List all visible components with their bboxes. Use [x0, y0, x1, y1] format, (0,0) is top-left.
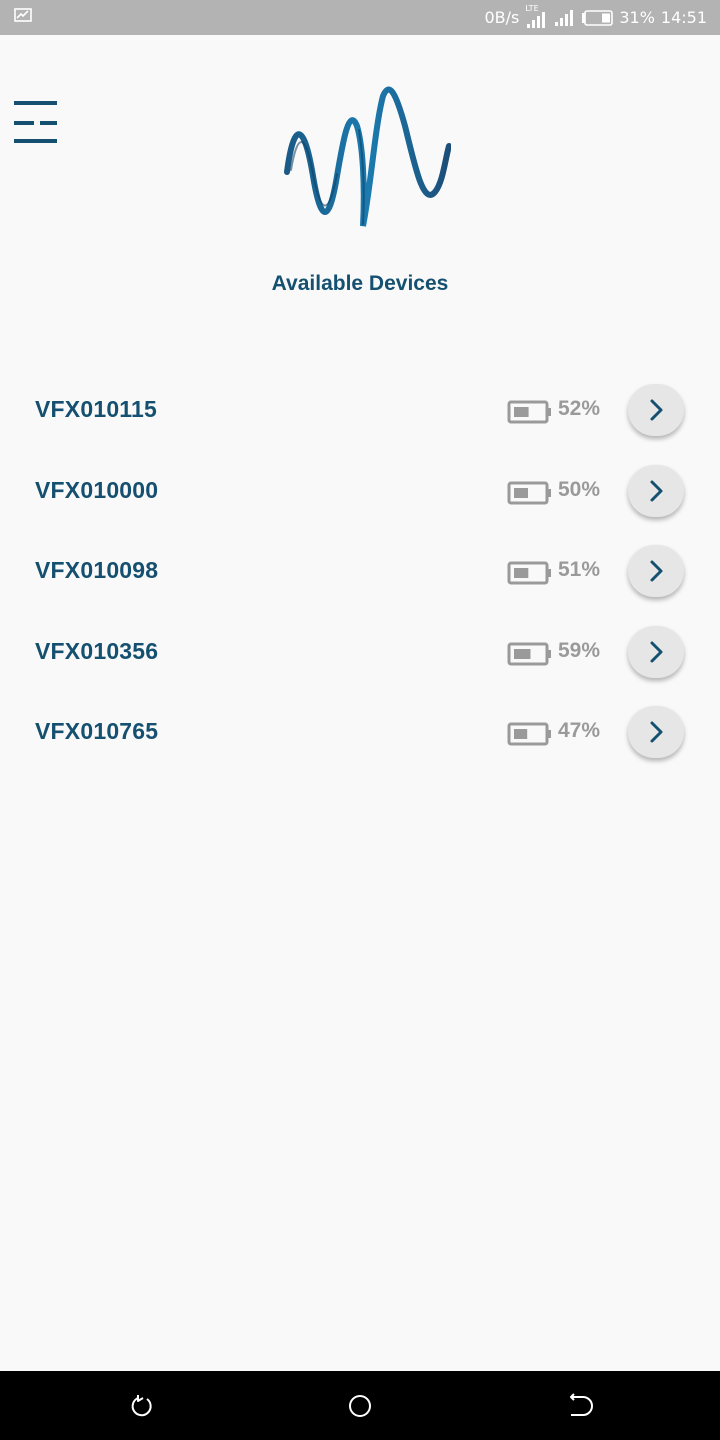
battery-percent: 52% [558, 397, 601, 420]
chevron-right-icon [650, 560, 663, 582]
battery-icon [507, 642, 551, 665]
device-name: VFX010098 [35, 557, 159, 583]
device-row[interactable]: VFX010765 47% [0, 692, 720, 773]
recents-icon[interactable] [563, 1391, 593, 1421]
home-icon[interactable] [345, 1391, 375, 1421]
menu-icon [14, 101, 57, 143]
open-device-button[interactable] [628, 384, 684, 436]
back-icon[interactable] [127, 1391, 157, 1421]
device-row[interactable]: VFX010098 51% [0, 531, 720, 612]
chevron-right-icon [650, 399, 663, 421]
wave-logo [284, 86, 451, 227]
screen-cast-icon [14, 8, 32, 22]
battery-icon [582, 9, 614, 26]
status-bar: 0B/s LTE 31% 14:51 [0, 0, 720, 35]
status-time: 14:51 [660, 8, 707, 27]
battery-percent: 59% [558, 638, 601, 662]
chevron-right-icon [650, 480, 663, 501]
navigation-bar [0, 1371, 720, 1440]
battery-percent: 51% [558, 558, 601, 581]
device-name: VFX010000 [35, 476, 159, 503]
signal-icon [527, 11, 546, 28]
open-device-button[interactable] [628, 545, 684, 597]
device-row[interactable]: VFX010000 50% [0, 451, 720, 532]
battery-percent: 47% [558, 719, 601, 742]
device-name: VFX010765 [35, 718, 159, 744]
chevron-right-icon [650, 721, 663, 743]
device-list: VFX010115 52% VFX010000 50% VFX010098 51… [0, 370, 720, 773]
battery-icon [507, 561, 551, 585]
battery-icon [507, 481, 551, 504]
device-name: VFX010115 [35, 396, 158, 422]
battery-icon [507, 722, 551, 746]
device-name: VFX010356 [35, 637, 159, 664]
signal-lte-group: LTE [525, 4, 547, 28]
open-device-button[interactable] [628, 464, 684, 517]
status-battery-percent: 31% [619, 8, 655, 27]
page-title: Available Devices [271, 272, 449, 295]
signal-icon [555, 9, 574, 26]
device-row[interactable]: VFX010356 59% [0, 612, 720, 693]
chevron-right-icon [650, 641, 663, 662]
battery-icon [507, 400, 551, 424]
status-indicators: 0B/s LTE 31% 14:51 [484, 0, 707, 35]
menu-button[interactable] [14, 101, 58, 145]
open-device-button[interactable] [628, 706, 684, 758]
battery-percent: 50% [558, 477, 601, 501]
device-row[interactable]: VFX010115 52% [0, 370, 720, 451]
open-device-button[interactable] [628, 625, 684, 678]
net-speed: 0B/s [484, 8, 520, 27]
